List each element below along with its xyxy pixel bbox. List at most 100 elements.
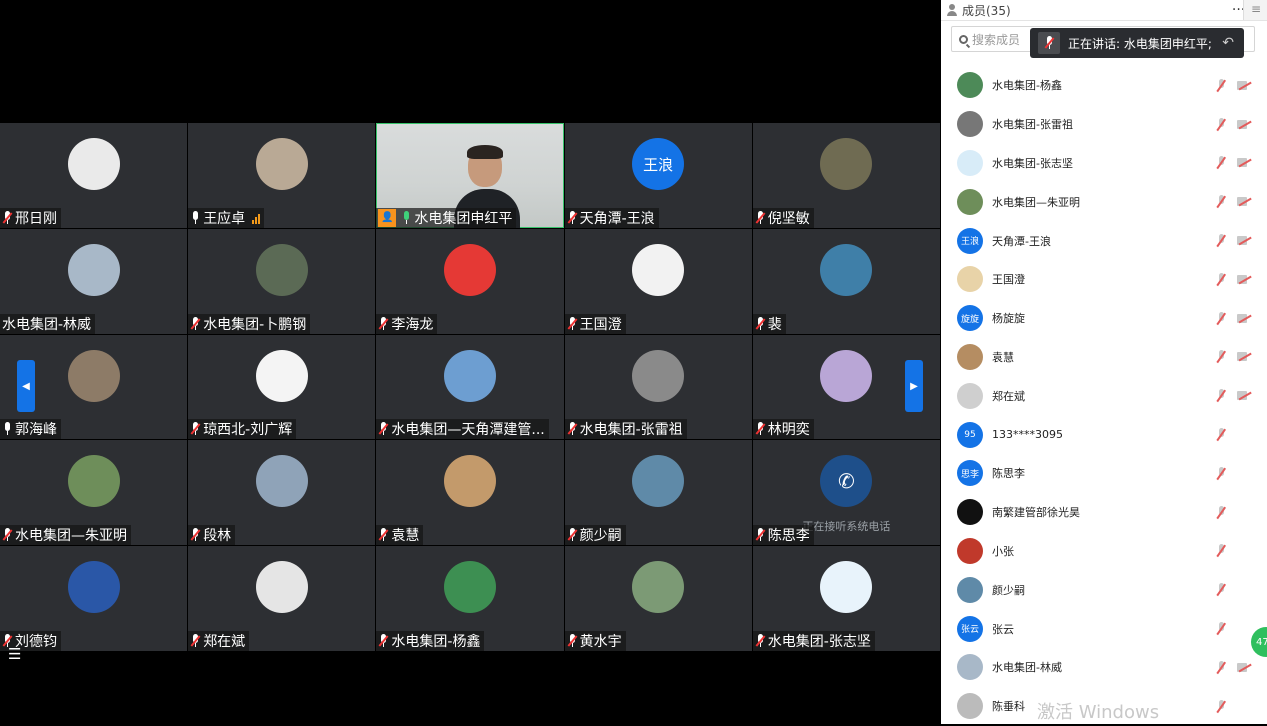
participant-tile[interactable]: 倪坚敏 <box>752 123 940 228</box>
participant-avatar <box>255 243 308 296</box>
mic-muted-icon[interactable] <box>1215 195 1227 208</box>
speaking-text: 正在讲话: 水电集团申红平; <box>1068 36 1212 51</box>
participant-tile[interactable]: 袁慧 <box>376 440 564 546</box>
participant-tile[interactable]: 水电集团-张雷祖 <box>564 334 752 440</box>
member-status-icons <box>1215 272 1251 286</box>
camera-off-icon[interactable] <box>1237 391 1251 401</box>
participant-avatar <box>67 349 120 402</box>
mic-muted-icon[interactable] <box>1215 544 1227 557</box>
member-row[interactable]: 水电集团-林威 <box>941 648 1267 687</box>
panel-menu-icon[interactable]: ≡ <box>1243 0 1267 20</box>
mic-muted-icon[interactable] <box>1215 311 1227 325</box>
participant-name: 李海龙 <box>391 316 434 333</box>
participant-tile[interactable]: 琼西北-刘广辉 <box>188 334 376 440</box>
participant-tile[interactable]: 刘德钧 <box>0 546 188 651</box>
member-row[interactable]: 小张 <box>941 532 1267 571</box>
participant-tile[interactable]: ✆ 正在接听系统电话 陈思李 <box>752 440 940 546</box>
participant-tile[interactable]: 李海龙 <box>376 228 564 334</box>
participant-nameplate: 颜少嗣 <box>564 525 626 546</box>
mic-muted-icon[interactable] <box>1215 505 1227 519</box>
participant-tile[interactable]: 水电集团-张志坚 <box>752 546 940 651</box>
participant-tile[interactable]: 颜少嗣 <box>564 440 752 546</box>
participant-nameplate: 倪坚敏 <box>752 207 814 228</box>
member-row[interactable]: 张云 张云 <box>941 609 1267 648</box>
participant-avatar <box>255 349 308 402</box>
member-row[interactable]: 郑在斌 <box>941 376 1267 415</box>
mic-muted-icon[interactable] <box>1215 272 1227 286</box>
mic-muted-icon[interactable] <box>1215 78 1227 92</box>
participant-tile[interactable]: 水电集团-杨鑫 <box>376 546 564 651</box>
mic-muted-icon <box>755 210 766 225</box>
mic-muted-icon[interactable] <box>1215 622 1227 635</box>
mic-muted-icon[interactable] <box>1215 699 1227 713</box>
participant-tile[interactable]: 邢日刚 <box>0 123 188 228</box>
mic-muted-icon[interactable] <box>1215 156 1227 169</box>
participant-tile[interactable]: 水电集团-卜鹏钢 <box>188 228 376 334</box>
participant-name: 水电集团申红平 <box>414 210 513 227</box>
mic-muted-icon[interactable] <box>1215 234 1227 247</box>
participant-nameplate: 陈思李 <box>752 525 814 546</box>
participant-name: 水电集团-张雷祖 <box>579 422 683 439</box>
camera-off-icon[interactable] <box>1237 236 1251 246</box>
undo-icon[interactable]: ↶ <box>1222 35 1234 51</box>
participant-tile[interactable]: 王国澄 <box>564 228 752 334</box>
camera-off-icon[interactable] <box>1237 80 1251 90</box>
member-name: 133****3095 <box>992 428 1063 442</box>
mic-muted-icon[interactable] <box>1215 389 1227 402</box>
participant-tile[interactable]: 水电集团—朱亚明 <box>0 440 188 546</box>
camera-off-icon[interactable] <box>1237 119 1251 129</box>
member-row[interactable]: 95 133****3095 <box>941 415 1267 454</box>
member-row[interactable]: 水电集团-张志坚 <box>941 144 1267 183</box>
member-status-icons <box>1215 389 1251 402</box>
signal-strength-icon <box>252 212 261 224</box>
member-row[interactable]: 水电集团—朱亚明 <box>941 182 1267 221</box>
member-row[interactable]: 颜少嗣 <box>941 570 1267 609</box>
participant-tile[interactable]: 裴 <box>752 228 940 334</box>
camera-off-icon[interactable] <box>1237 352 1251 362</box>
participant-tile[interactable]: 黄水宇 <box>564 546 752 651</box>
member-row[interactable]: 南繁建管部徐光昊 <box>941 493 1267 532</box>
member-panel-title: 成员(35) <box>962 3 1011 18</box>
mic-muted-icon[interactable] <box>1215 660 1227 674</box>
participant-tile[interactable]: 王应卓 <box>188 123 376 228</box>
camera-off-icon[interactable] <box>1237 662 1251 672</box>
mic-muted-icon[interactable] <box>1215 428 1227 441</box>
prev-page-button[interactable]: ◀ <box>17 360 35 412</box>
participant-tile[interactable]: 段林 <box>188 440 376 546</box>
member-status-icons <box>1215 505 1251 519</box>
member-row[interactable]: 思李 陈思李 <box>941 454 1267 493</box>
member-avatar: 思李 <box>957 460 983 487</box>
mic-muted-icon <box>567 210 578 225</box>
participant-nameplate: 王应卓 <box>188 207 265 228</box>
participant-tile[interactable]: 郑在斌 <box>188 546 376 651</box>
member-row[interactable]: 旋旋 杨旋旋 <box>941 299 1267 338</box>
participant-name: 郑在斌 <box>203 634 246 650</box>
camera-off-icon[interactable] <box>1237 313 1251 323</box>
participant-tile[interactable]: 王浪 天角潭-王浪 <box>564 123 752 228</box>
member-row[interactable]: 水电集团-张雷祖 <box>941 105 1267 144</box>
mic-muted-icon <box>378 634 389 648</box>
camera-off-icon[interactable] <box>1237 274 1251 284</box>
member-name: 郑在斌 <box>992 389 1025 403</box>
member-row[interactable]: 王浪 天角潭-王浪 <box>941 221 1267 260</box>
next-page-button[interactable]: ▶ <box>905 360 923 412</box>
participant-tile[interactable]: 水电集团—天角潭建管... <box>376 334 564 440</box>
camera-off-icon[interactable] <box>1237 197 1251 207</box>
member-row[interactable]: 袁慧 <box>941 338 1267 377</box>
mic-muted-icon[interactable] <box>1215 117 1227 131</box>
member-avatar <box>957 499 983 526</box>
mic-muted-icon[interactable] <box>1215 350 1227 363</box>
camera-off-icon[interactable] <box>1237 158 1251 168</box>
mic-muted-icon[interactable] <box>1215 466 1227 480</box>
list-view-icon[interactable]: ☰ <box>8 646 26 662</box>
participant-tile[interactable]: 水电集团-林威 <box>0 228 188 334</box>
participant-tile[interactable]: 👤 水电集团申红平 <box>376 123 564 228</box>
member-avatar <box>957 654 983 681</box>
member-avatar <box>957 382 983 409</box>
member-row[interactable]: 水电集团-杨鑫 <box>941 66 1267 105</box>
mic-muted-icon <box>2 528 13 542</box>
member-row[interactable]: 王国澄 <box>941 260 1267 299</box>
mic-muted-icon[interactable] <box>1215 583 1227 596</box>
participant-name: 水电集团-卜鹏钢 <box>203 316 307 333</box>
member-name: 王国澄 <box>992 273 1025 287</box>
